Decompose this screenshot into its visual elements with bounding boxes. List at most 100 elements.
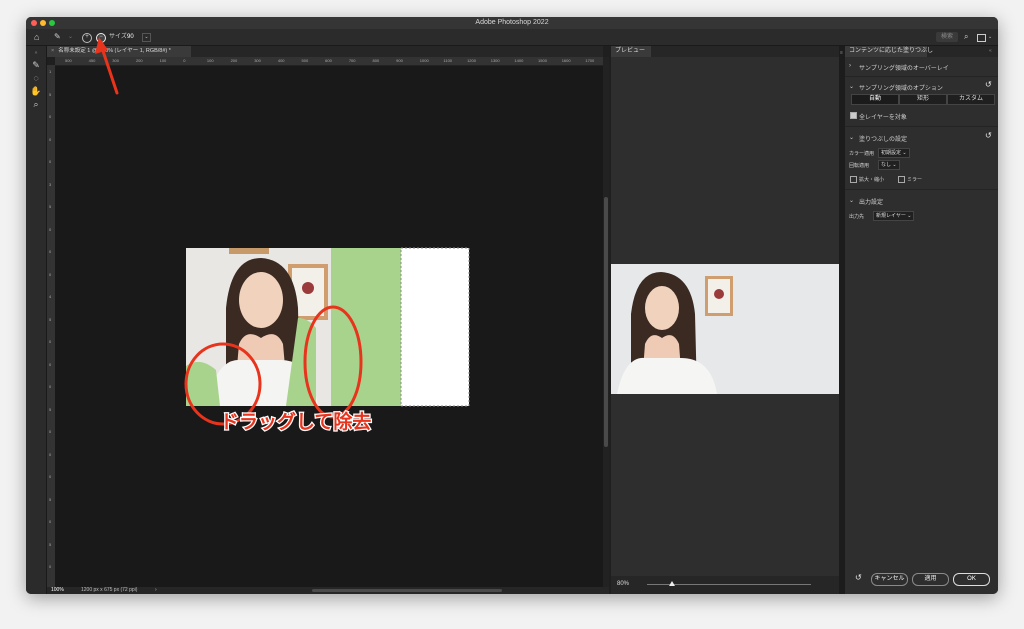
status-bar: 100% 1200 px x 675 px (72 ppi) › xyxy=(47,587,609,594)
workspace-icon[interactable] xyxy=(977,34,986,42)
reset-all-icon-glyph[interactable]: ↺ xyxy=(855,573,862,582)
reset-fill-settings-icon[interactable]: ↺ xyxy=(985,131,992,140)
tools-panel: » ✎ ◌ ✋ ⌕ xyxy=(26,46,47,594)
person-face xyxy=(239,272,283,328)
hand-tool-icon[interactable]: ✋ xyxy=(29,86,43,97)
panel-menu-icon[interactable]: ≡ xyxy=(840,50,843,56)
ruler-tick-label: 1400 xyxy=(514,58,524,63)
reset-sampling-icon[interactable]: ↺ xyxy=(985,80,992,89)
ruler-tick-label: 5 xyxy=(49,204,52,210)
ruler-tick-label: 5 xyxy=(49,541,52,547)
document-tab-title: 名称未設定 1 @ 100% (レイヤー 1, RGB/8#) * xyxy=(58,48,171,54)
preview-tab[interactable]: プレビュー xyxy=(611,46,651,57)
search-field[interactable]: 検索 xyxy=(936,32,958,42)
ruler-tick-label: 1000 xyxy=(419,58,429,63)
close-window-button[interactable] xyxy=(31,20,37,26)
ruler-tick-label: 0 xyxy=(49,271,52,277)
ruler-tick-label: 0 xyxy=(49,226,52,232)
home-icon[interactable]: ⌂ xyxy=(34,32,39,42)
zoom-tool-icon[interactable]: ⌕ xyxy=(29,99,43,110)
panel-collapse-icon[interactable]: « xyxy=(989,48,992,54)
search-icon[interactable]: ⌕ xyxy=(964,32,968,42)
scroll-thumb[interactable] xyxy=(604,197,608,447)
sample-all-layers-label: 全レイヤーを対象 xyxy=(859,115,907,121)
lasso-tool-icon[interactable]: ◌ xyxy=(29,73,43,84)
sample-all-layers-checkbox[interactable] xyxy=(850,112,857,119)
document-tab-bar: × 名称未設定 1 @ 100% (レイヤー 1, RGB/8#) * xyxy=(47,46,603,57)
sampling-options-chevron-icon[interactable]: ⌄ xyxy=(849,83,854,90)
ruler-tick-label: 200 xyxy=(135,58,143,63)
dried-flower xyxy=(302,282,314,294)
sampling-brush-tool-icon[interactable]: ✎ xyxy=(29,60,43,71)
ruler-tick-label: 0 xyxy=(49,564,52,570)
content-aware-fill-panel: コンテンツに応じた塗りつぶし « › サンプリング領域のオーバーレイ ⌄ サンプ… xyxy=(845,46,998,594)
ok-button[interactable]: OK xyxy=(953,573,990,586)
ruler-tick-label: 4 xyxy=(49,294,52,300)
output-settings-chevron-icon[interactable]: ⌄ xyxy=(849,197,854,204)
ruler-tick-label: 3 xyxy=(49,181,52,187)
sampling-options-label[interactable]: サンプリング領域のオプション xyxy=(859,83,943,92)
close-tab-icon[interactable]: × xyxy=(51,48,54,54)
sampling-rectangle-button[interactable]: 矩形 xyxy=(899,94,947,105)
wall-frame-top xyxy=(229,248,269,254)
fill-settings-label[interactable]: 塗りつぶしの設定 xyxy=(859,134,907,143)
document-info: 1200 px x 675 px (72 ppi) xyxy=(81,587,138,593)
color-adapt-dropdown[interactable]: 初期設定 ⌄ xyxy=(878,148,910,158)
options-bar: ⌂ ✎ ⌄ + − サイズ 90 ⌄ 検索 ⌕ ⌄ xyxy=(26,29,998,46)
sampling-custom-button[interactable]: カスタム xyxy=(947,94,995,105)
scale-checkbox[interactable] xyxy=(850,176,857,183)
preview-panel: プレビュー 80% xyxy=(611,46,839,594)
mirror-checkbox[interactable] xyxy=(898,176,905,183)
status-chevron-icon[interactable]: › xyxy=(155,587,157,594)
minimize-window-button[interactable] xyxy=(40,20,46,26)
preview-person-face xyxy=(645,286,679,330)
sampling-auto-button[interactable]: 自動 xyxy=(851,94,899,105)
ruler-tick-label: 0 xyxy=(49,474,52,480)
size-value[interactable]: 90 xyxy=(127,32,134,42)
preview-zoom-value[interactable]: 80% xyxy=(617,581,629,587)
zoom-level[interactable]: 100% xyxy=(51,587,64,594)
workspace-chevron-icon[interactable]: ⌄ xyxy=(988,32,992,42)
add-to-selection-icon[interactable]: + xyxy=(82,33,92,43)
canvas-horizontal-scrollbar[interactable] xyxy=(312,589,502,592)
overlay-chevron-icon[interactable]: › xyxy=(849,63,851,69)
output-to-label: 出力先 xyxy=(849,214,865,220)
cancel-button[interactable]: キャンセル xyxy=(871,573,908,586)
document-tab[interactable]: × 名称未設定 1 @ 100% (レイヤー 1, RGB/8#) * xyxy=(47,46,191,57)
panel-title-tab[interactable]: コンテンツに応じた塗りつぶし xyxy=(845,46,933,57)
ruler-tick-label: 5 xyxy=(49,496,52,502)
scale-label: 拡大・縮小 xyxy=(859,177,885,183)
ruler-tick-label: 1300 xyxy=(490,58,500,63)
output-settings-label[interactable]: 出力設定 xyxy=(859,197,883,206)
canvas-vertical-scrollbar[interactable] xyxy=(603,57,609,587)
ruler-tick-label: 300 xyxy=(254,58,261,63)
ruler-tick-label: 5 xyxy=(49,406,52,412)
remove-tool-preset-icon[interactable]: ✎ xyxy=(54,32,61,42)
preview-image xyxy=(611,264,839,394)
ruler-tick-label: 800 xyxy=(372,58,380,63)
mirror-label: ミラー xyxy=(907,177,923,183)
overlay-section-label[interactable]: サンプリング領域のオーバーレイ xyxy=(859,63,949,72)
horizontal-ruler: 500 450 300 200 100 0 100 200 300 400 500 600 700 800… xyxy=(55,57,603,66)
ruler-tick-label: 500 xyxy=(301,58,309,63)
output-to-dropdown[interactable]: 新規レイヤー ⌄ xyxy=(873,211,915,221)
apply-button[interactable]: 適用 xyxy=(912,573,949,586)
preset-chevron-icon[interactable]: ⌄ xyxy=(68,32,73,42)
zoom-window-button[interactable] xyxy=(49,20,55,26)
ruler-tick-label: 0 xyxy=(49,136,52,142)
green-fill-area xyxy=(331,248,401,406)
fill-settings-chevron-icon[interactable]: ⌄ xyxy=(849,134,854,141)
subtract-from-selection-icon[interactable]: − xyxy=(96,33,106,43)
ruler-tick-label: 700 xyxy=(348,58,356,63)
preview-zoom-slider-thumb[interactable] xyxy=(668,581,675,586)
rotation-adapt-dropdown[interactable]: なし ⌄ xyxy=(878,160,900,170)
size-dropdown-icon[interactable]: ⌄ xyxy=(142,33,151,42)
ruler-tick-label: 300 xyxy=(112,58,119,63)
document-canvas[interactable]: ドラッグして除去 xyxy=(55,66,603,587)
extended-canvas-area xyxy=(401,248,469,406)
canvas-image xyxy=(184,247,470,426)
ruler-tick-label: 900 xyxy=(396,58,403,63)
ruler-tick-label: 1500 xyxy=(538,58,547,63)
collapse-tools-icon[interactable]: » xyxy=(29,48,43,59)
preview-footer: 80% xyxy=(611,576,839,594)
